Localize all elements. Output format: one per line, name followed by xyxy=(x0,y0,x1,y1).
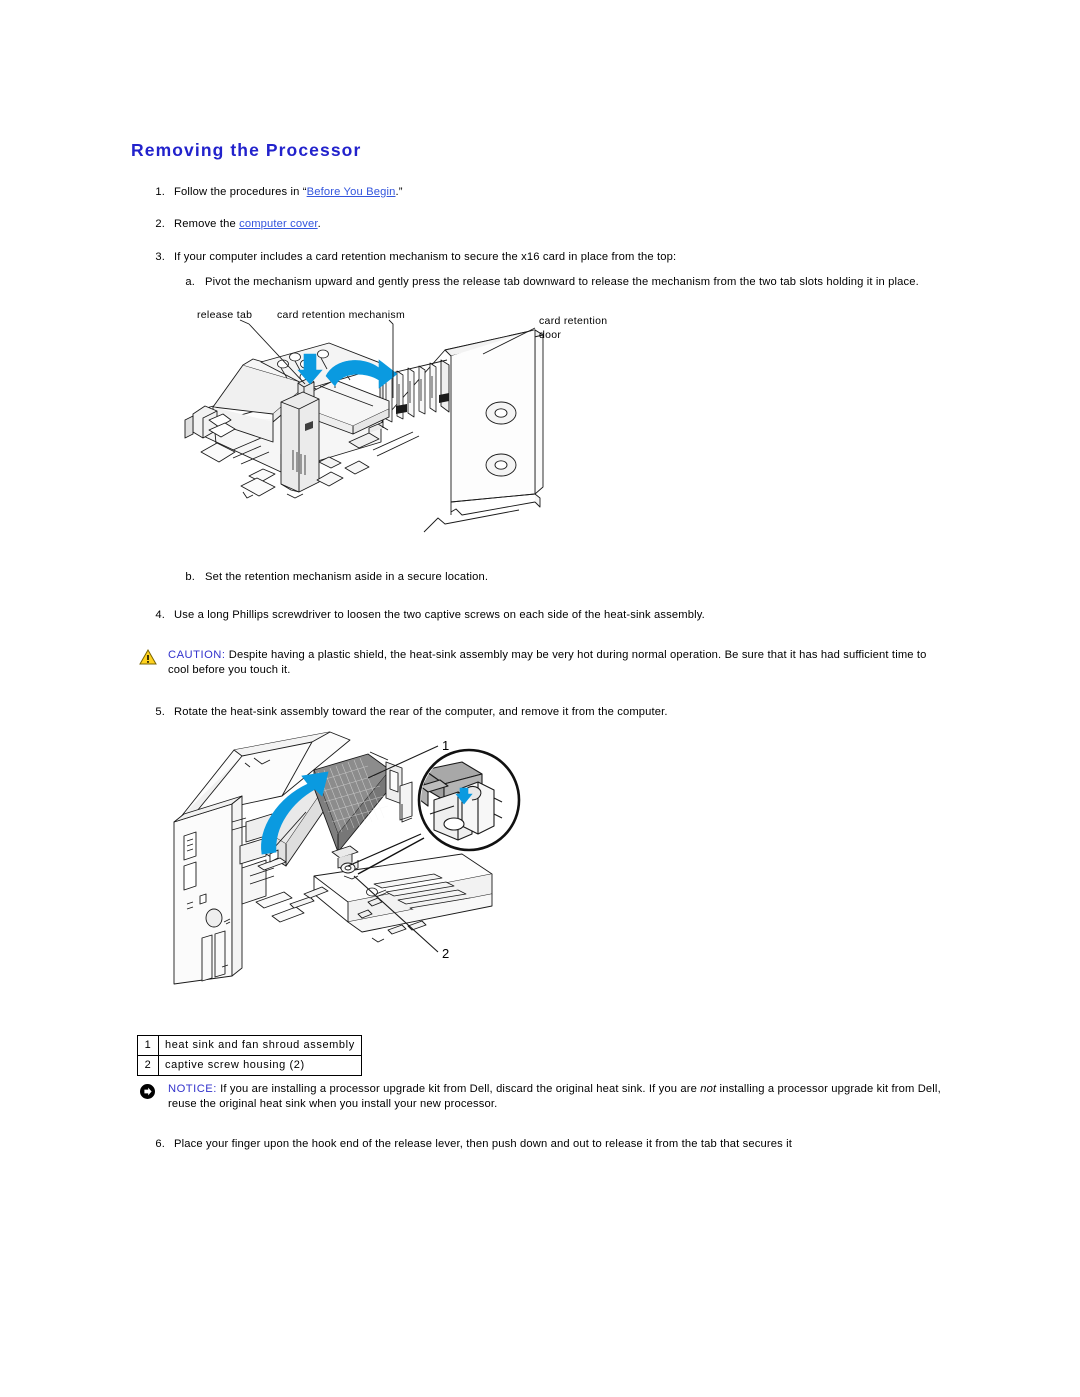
step-6-text: Place your finger upon the hook end of t… xyxy=(174,1138,792,1150)
step-4: 4. Use a long Phillips screwdriver to lo… xyxy=(143,608,943,623)
step-5: 5. Rotate the heat-sink assembly toward … xyxy=(143,705,963,720)
callout-index-2: 2 xyxy=(137,1055,159,1076)
figure2-callout-2: 2 xyxy=(442,946,449,961)
link-computer-cover[interactable]: computer cover xyxy=(239,218,318,230)
step-2-number: 2. xyxy=(155,218,165,230)
step-1-text-before: Follow the procedures in “ xyxy=(174,186,307,198)
page-title: Removing the Processor xyxy=(131,140,362,160)
step-6: 6. Place your finger upon the hook end o… xyxy=(143,1137,973,1152)
figure2-callout-1: 1 xyxy=(442,738,449,753)
document-page: Removing the Processor 1. Follow the pro… xyxy=(0,0,1080,1397)
table-row: 2 captive screw housing (2) xyxy=(137,1055,362,1076)
step-1-number: 1. xyxy=(155,186,165,198)
figure1-label-release-tab: release tab xyxy=(197,309,252,321)
notice-keyword: NOTICE: xyxy=(168,1083,217,1095)
step-3b: b. Set the retention mechanism aside in … xyxy=(181,570,971,585)
step-1-text: Follow the procedures in “Before You Beg… xyxy=(174,185,903,200)
caution-keyword: CAUTION: xyxy=(168,649,226,661)
figure1-label-card-retention-door-line1: card retention xyxy=(539,315,607,327)
card-retention-mechanism-figure: release tab card retention mechanism car… xyxy=(183,302,643,557)
figure1-label-card-retention-door-line2: door xyxy=(539,329,561,341)
step-3-text: If your computer includes a card retenti… xyxy=(174,251,677,263)
step-2-text-before: Remove the xyxy=(174,218,240,230)
step-6-number: 6. xyxy=(155,1138,165,1150)
heat-sink-removal-figure: 1 2 xyxy=(162,726,592,986)
callout-label-2: captive screw housing (2) xyxy=(158,1055,362,1076)
step-4-number: 4. xyxy=(155,609,165,621)
callout-index-1: 1 xyxy=(137,1035,159,1056)
step-3b-number: b. xyxy=(185,571,195,583)
link-before-you-begin[interactable]: Before You Begin xyxy=(307,186,396,198)
caution-box: CAUTION: Despite having a plastic shield… xyxy=(137,648,945,678)
caution-message: Despite having a plastic shield, the hea… xyxy=(168,649,927,676)
figure1-label-card-retention-mechanism: card retention mechanism xyxy=(277,309,405,321)
step-3b-text: Set the retention mechanism aside in a s… xyxy=(205,571,489,583)
warning-triangle-icon xyxy=(139,648,159,667)
step-4-text: Use a long Phillips screwdriver to loose… xyxy=(174,609,705,621)
step-2-text: Remove the computer cover. xyxy=(174,217,903,232)
notice-circle-icon xyxy=(139,1083,159,1101)
notice-message-part1: If you are installing a processor upgrad… xyxy=(216,1083,701,1095)
figure2-callout-table: 1 heat sink and fan shroud assembly 2 ca… xyxy=(137,1035,362,1076)
step-3a: a. Pivot the mechanism upward and gently… xyxy=(181,275,971,290)
step-5-number: 5. xyxy=(155,706,165,718)
step-3-number: 3. xyxy=(155,251,165,263)
step-1: 1. Follow the procedures in “Before You … xyxy=(143,185,903,200)
step-3a-number: a. xyxy=(185,276,195,288)
step-3a-text: Pivot the mechanism upward and gently pr… xyxy=(205,276,919,288)
step-2-text-after: . xyxy=(317,218,321,230)
notice-text: NOTICE: If you are installing a processo… xyxy=(168,1082,949,1112)
step-3: 3. If your computer includes a card rete… xyxy=(143,250,943,265)
notice-emphasis: not xyxy=(700,1083,717,1095)
step-2: 2. Remove the computer cover. xyxy=(143,217,903,232)
caution-text: CAUTION: Despite having a plastic shield… xyxy=(168,648,945,678)
table-row: 1 heat sink and fan shroud assembly xyxy=(137,1035,362,1056)
notice-box: NOTICE: If you are installing a processo… xyxy=(137,1082,949,1112)
step-5-text: Rotate the heat-sink assembly toward the… xyxy=(174,706,668,718)
callout-label-1: heat sink and fan shroud assembly xyxy=(158,1035,362,1056)
step-1-text-after: .” xyxy=(395,186,403,198)
